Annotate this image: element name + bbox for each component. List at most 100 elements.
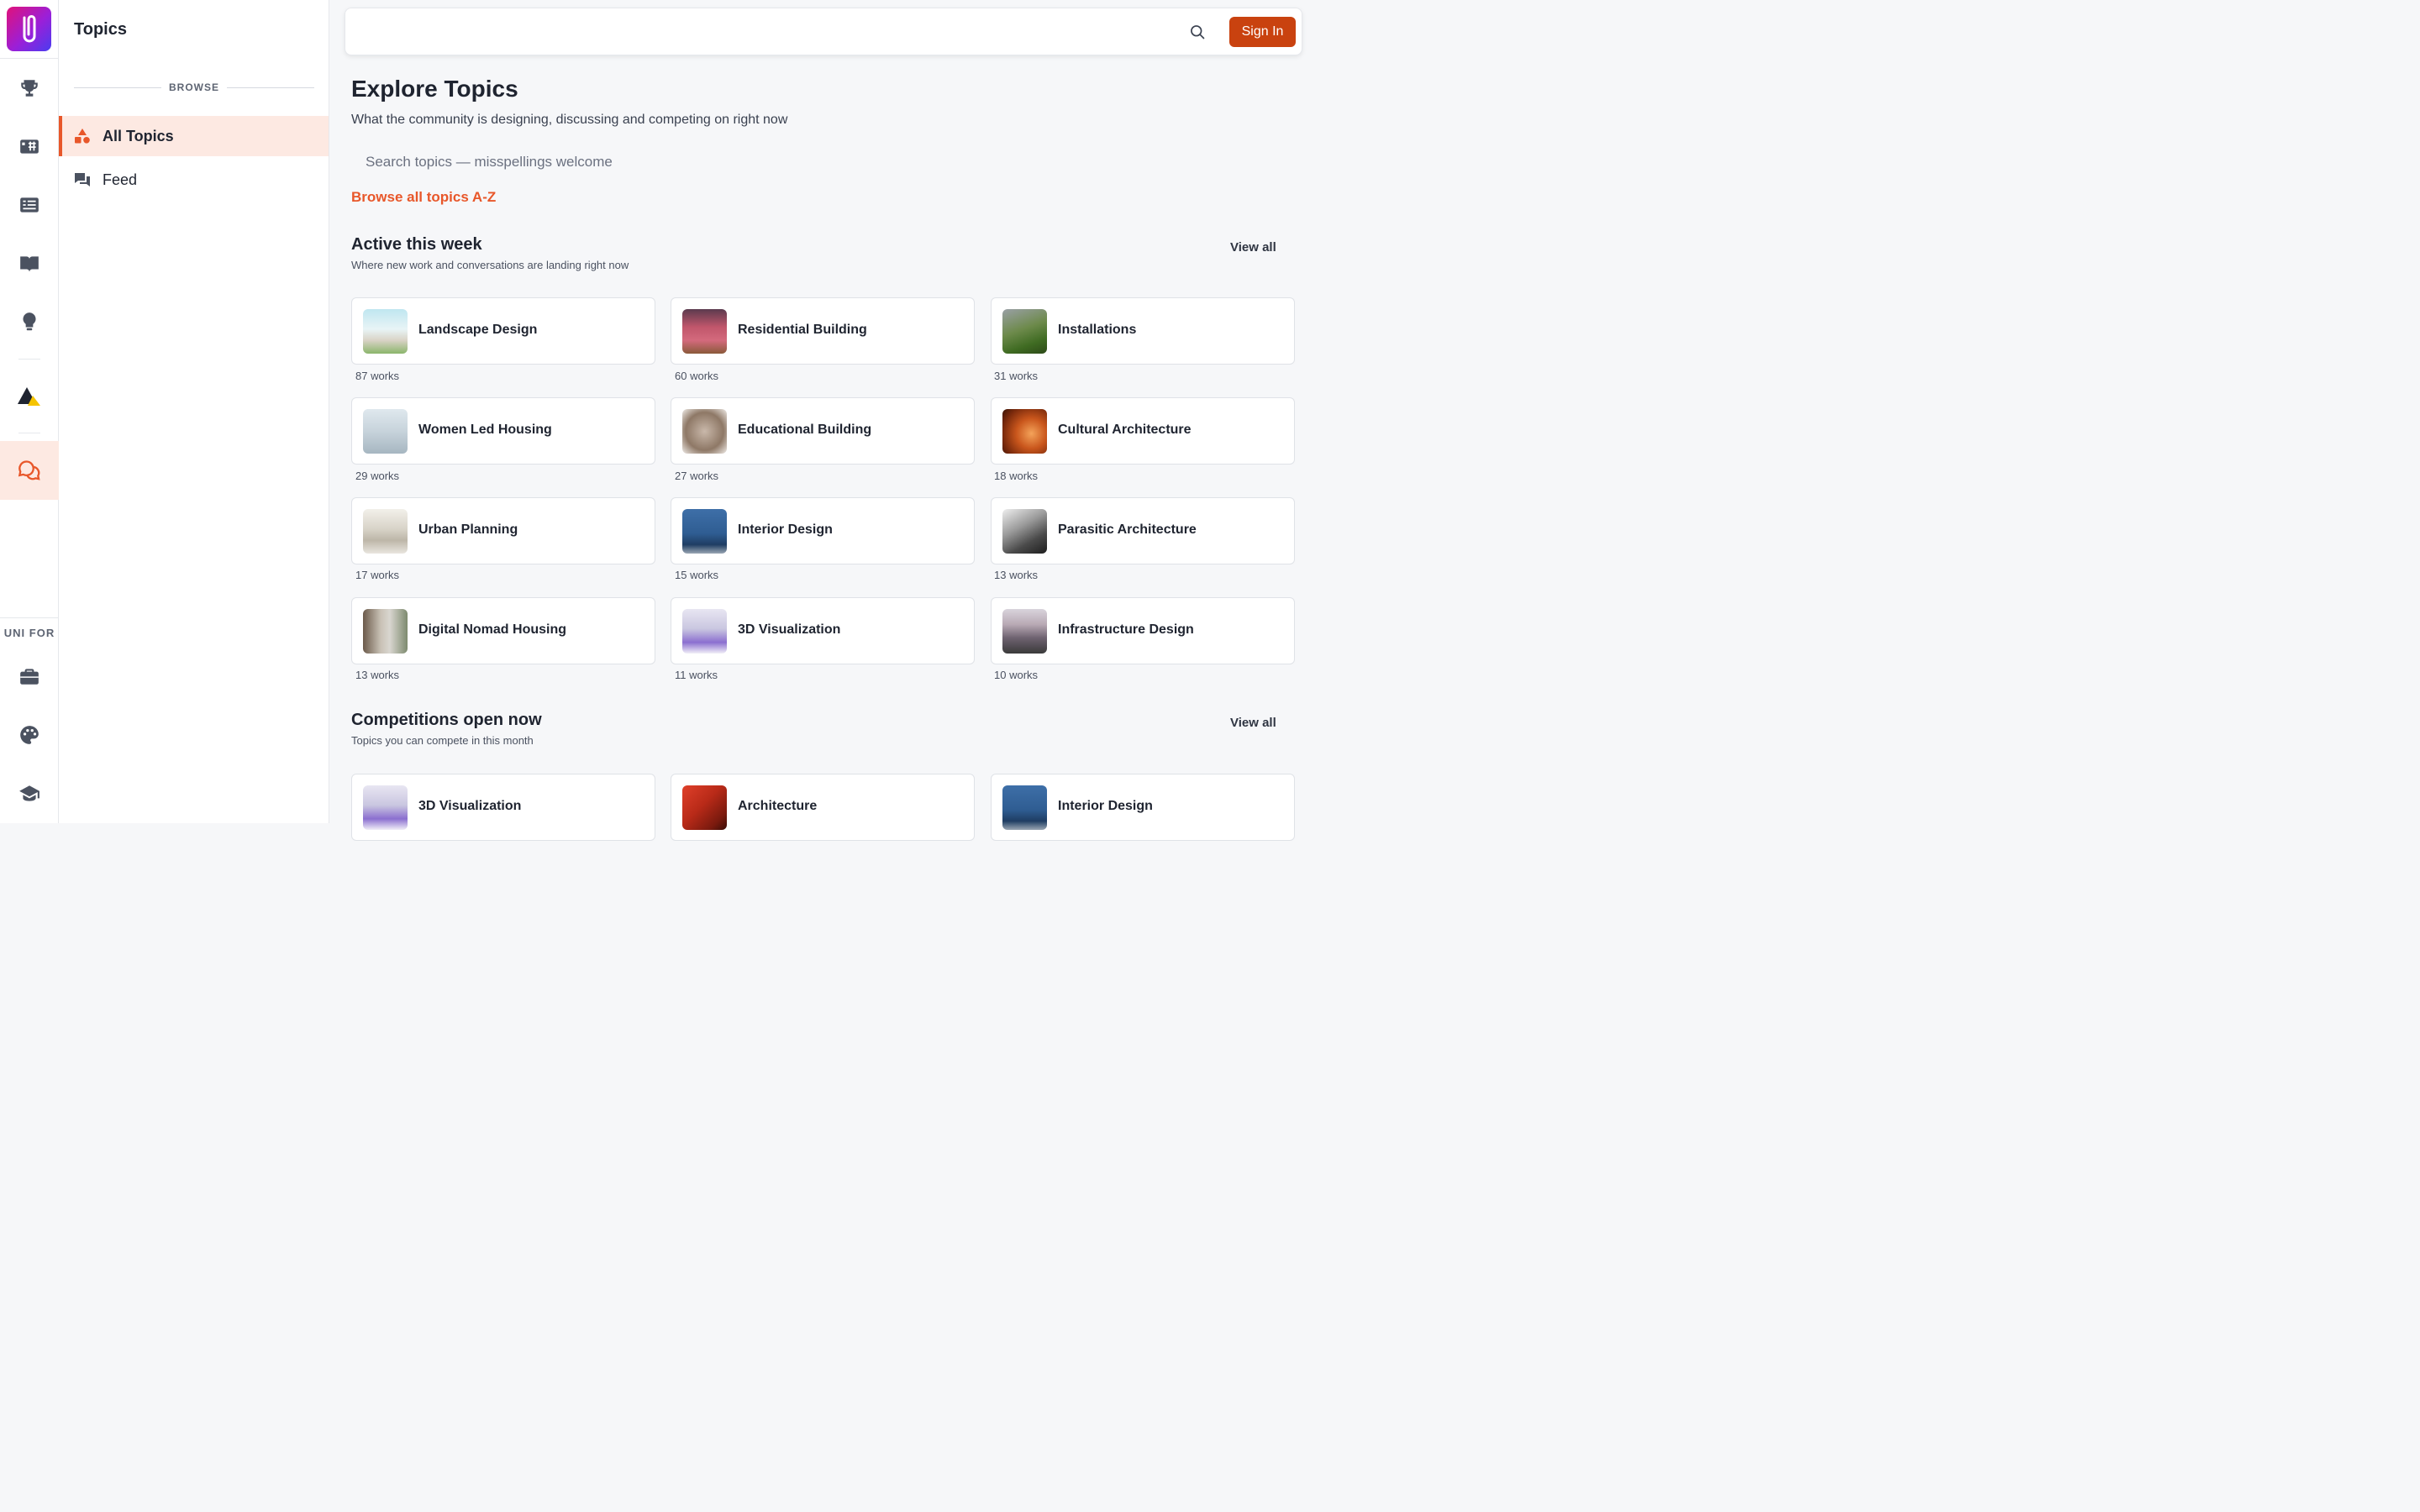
nav-item-all-topics[interactable]: All Topics <box>59 116 329 156</box>
topic-thumbnail <box>682 309 727 354</box>
competition-card[interactable]: Architecture <box>671 774 975 841</box>
search-button[interactable] <box>1187 22 1207 42</box>
rail-divider <box>0 58 59 59</box>
view-all-active-button[interactable]: View all <box>1230 240 1276 255</box>
topic-name: Installations <box>1058 323 1137 337</box>
topic-card[interactable]: Residential Building <box>671 297 975 365</box>
topic-works-count: 13 works <box>994 569 1039 581</box>
topic-card[interactable]: Parasitic Architecture <box>991 497 1295 564</box>
competition-card[interactable]: Interior Design <box>991 774 1295 841</box>
topic-works-count: 15 works <box>675 569 719 581</box>
palette-icon <box>20 726 39 744</box>
page-subtitle: What the community is designing, discuss… <box>351 113 788 127</box>
section-subtitle-competitions: Topics you can compete in this month <box>351 734 534 747</box>
hashtag-board-icon <box>20 139 39 154</box>
uni-for-label: UNI FOR <box>3 627 55 639</box>
rail-divider <box>0 617 59 618</box>
nav-item-feed[interactable]: Feed <box>59 160 329 200</box>
app-logo[interactable] <box>7 7 51 51</box>
topic-card[interactable]: Landscape Design <box>351 297 655 365</box>
rail-ideas[interactable] <box>0 305 59 339</box>
topic-name: Urban Planning <box>418 522 518 537</box>
topic-name: 3D Visualization <box>418 799 522 813</box>
topic-name: 3D Visualization <box>738 622 841 637</box>
topic-name: Digital Nomad Housing <box>418 622 566 637</box>
rail-news[interactable] <box>0 188 59 222</box>
graduation-cap-icon <box>19 785 39 801</box>
topic-thumbnail <box>1002 309 1047 354</box>
topic-thumbnail <box>1002 609 1047 654</box>
topic-thumbnail <box>363 785 408 830</box>
topic-name: Infrastructure Design <box>1058 622 1194 637</box>
topic-card[interactable]: Digital Nomad Housing <box>351 597 655 664</box>
shapes-icon <box>75 129 90 144</box>
search-icon <box>1191 25 1205 39</box>
topic-thumbnail <box>1002 509 1047 554</box>
browse-label: BROWSE <box>169 81 219 93</box>
topic-works-count: 13 works <box>355 669 400 681</box>
rail-board[interactable] <box>0 129 59 163</box>
bulb-icon <box>23 312 36 331</box>
triangle-logo-icon <box>18 387 40 406</box>
rail-creatives[interactable] <box>0 718 59 752</box>
topic-card[interactable]: Cultural Architecture <box>991 397 1295 465</box>
topic-card[interactable]: Infrastructure Design <box>991 597 1295 664</box>
nav-item-label: All Topics <box>103 127 174 144</box>
topic-thumbnail <box>682 785 727 830</box>
paperclip-logo-icon <box>23 14 35 42</box>
rail-discussions[interactable] <box>0 454 59 487</box>
rail-divider <box>18 359 40 360</box>
topic-card[interactable]: Educational Building <box>671 397 975 465</box>
topic-thumbnail <box>1002 409 1047 454</box>
chat-bubbles-icon <box>18 460 40 480</box>
sign-in-button[interactable]: Sign In <box>1229 17 1296 47</box>
topic-name: Interior Design <box>738 522 833 537</box>
topic-name: Parasitic Architecture <box>1058 522 1197 537</box>
topic-name: Landscape Design <box>418 323 538 337</box>
page-title: Explore Topics <box>351 76 518 102</box>
browse-divider: BROWSE <box>74 81 314 94</box>
chat-icon <box>75 173 90 186</box>
topic-name: Residential Building <box>738 323 867 337</box>
topic-works-count: 60 works <box>675 370 719 382</box>
rail-book[interactable] <box>0 247 59 281</box>
book-icon <box>20 256 39 272</box>
rail-trophy[interactable] <box>0 71 59 105</box>
topic-thumbnail <box>363 309 408 354</box>
trophy-icon <box>21 80 38 97</box>
section-title-active: Active this week <box>351 235 482 254</box>
rail-students[interactable] <box>0 777 59 811</box>
topic-thumbnail <box>682 409 727 454</box>
topic-works-count: 87 works <box>355 370 400 382</box>
topic-name: Interior Design <box>1058 799 1153 813</box>
topic-name: Architecture <box>738 799 818 813</box>
briefcase-icon <box>20 669 39 685</box>
topic-card[interactable]: Women Led Housing <box>351 397 655 465</box>
rail-jobs[interactable] <box>0 659 59 693</box>
news-icon <box>20 197 39 213</box>
topic-card[interactable]: Interior Design <box>671 497 975 564</box>
topic-thumbnail <box>682 609 727 654</box>
topic-works-count: 18 works <box>994 470 1039 482</box>
topics-panel: Topics BROWSE All Topics Feed <box>59 0 329 823</box>
topic-search-input[interactable] <box>351 146 855 178</box>
topic-thumbnail <box>1002 785 1047 830</box>
topic-works-count: 29 works <box>355 470 400 482</box>
rail-brand[interactable] <box>0 380 59 413</box>
topic-thumbnail <box>682 509 727 554</box>
topic-card[interactable]: Urban Planning <box>351 497 655 564</box>
icon-rail: UNI FOR <box>0 0 59 823</box>
top-bar: Sign In <box>345 8 1302 55</box>
topic-thumbnail <box>363 409 408 454</box>
topic-works-count: 17 works <box>355 569 400 581</box>
view-all-competitions-button[interactable]: View all <box>1230 716 1276 730</box>
topic-works-count: 27 works <box>675 470 719 482</box>
topic-works-count: 10 works <box>994 669 1039 681</box>
competition-card[interactable]: 3D Visualization <box>351 774 655 841</box>
topic-card[interactable]: Installations <box>991 297 1295 365</box>
topic-name: Educational Building <box>738 423 872 437</box>
topic-card[interactable]: 3D Visualization <box>671 597 975 664</box>
topic-name: Women Led Housing <box>418 423 552 437</box>
browse-all-link[interactable]: Browse all topics A-Z <box>351 189 496 206</box>
topic-thumbnail <box>363 509 408 554</box>
